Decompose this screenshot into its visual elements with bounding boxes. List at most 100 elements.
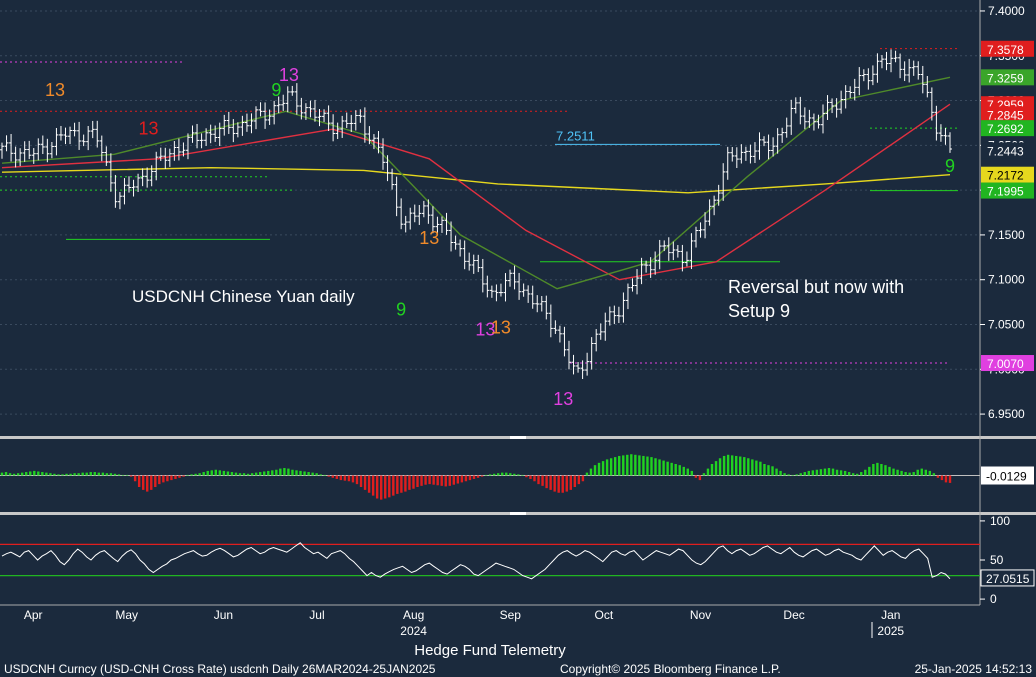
histogram-bar xyxy=(53,473,56,476)
x-axis-month-label: May xyxy=(115,608,138,622)
histogram-bar xyxy=(831,468,835,476)
histogram-bar xyxy=(456,475,460,484)
histogram-bar xyxy=(190,474,193,476)
histogram-bar xyxy=(618,455,621,476)
histogram-bar xyxy=(347,475,351,482)
histogram-bar xyxy=(811,470,815,476)
histogram-bar xyxy=(928,470,932,476)
histogram-bar xyxy=(638,455,641,476)
histogram-bar xyxy=(589,468,593,476)
x-axis-month-label: Aug xyxy=(403,608,424,622)
footer-center: Copyright© 2025 Bloomberg Finance L.P. xyxy=(560,662,781,676)
price-tag-label: 7.1995 xyxy=(987,185,1024,199)
histogram-bar xyxy=(888,466,891,476)
histogram-bar xyxy=(246,473,250,476)
price-tag-label: 7.2172 xyxy=(987,169,1024,183)
price-tag: 7.0070 xyxy=(981,355,1034,372)
histogram-bar xyxy=(658,459,661,476)
histogram-bar xyxy=(307,472,310,476)
histogram-bar xyxy=(912,472,915,476)
histogram-bar xyxy=(125,474,129,476)
histogram-bar xyxy=(549,475,552,490)
histogram-bar xyxy=(275,469,278,476)
histogram-bar xyxy=(525,475,528,478)
histogram-bar xyxy=(267,470,270,476)
rsi-axis-label: 50 xyxy=(990,553,1004,567)
histogram-bar xyxy=(868,466,871,476)
histogram-bar xyxy=(37,471,40,476)
histogram-bar xyxy=(561,475,564,493)
histogram-bar xyxy=(81,472,84,476)
histogram-bar xyxy=(109,473,113,476)
histogram-bar xyxy=(565,475,568,492)
rsi-value: 27.0515 xyxy=(986,572,1030,586)
histogram-bar xyxy=(388,475,391,498)
histogram-bar xyxy=(476,475,480,478)
histogram-bar xyxy=(916,469,919,476)
histogram-bar xyxy=(908,472,911,476)
histogram-bar xyxy=(121,474,125,476)
histogram-bar xyxy=(678,465,681,476)
histogram-bar xyxy=(351,475,355,483)
histogram-bar xyxy=(174,475,177,479)
histogram-bar xyxy=(226,471,230,476)
histogram-bar xyxy=(553,475,556,492)
histogram-bar xyxy=(12,473,16,476)
histogram-bar xyxy=(61,474,64,476)
histogram-bar xyxy=(492,473,496,476)
histogram-bar xyxy=(815,469,819,476)
histogram-bar xyxy=(16,473,20,476)
histogram-bar xyxy=(480,475,484,477)
histogram-bar xyxy=(222,470,226,476)
histogram-bar xyxy=(496,473,500,476)
histogram-bar xyxy=(250,473,254,476)
histogram-bar xyxy=(803,472,806,476)
histogram-bar xyxy=(690,470,694,476)
histogram-bar xyxy=(920,468,923,476)
histogram-bar xyxy=(424,475,427,485)
histogram-bar xyxy=(585,472,589,476)
histogram-bar xyxy=(101,472,105,476)
histogram-bar xyxy=(827,468,831,476)
histogram-bar xyxy=(726,454,730,476)
histogram-bar xyxy=(509,473,512,476)
histogram-bar xyxy=(573,475,577,487)
histogram-bar xyxy=(533,475,536,482)
histogram-bar xyxy=(295,470,298,476)
histogram-bar xyxy=(771,466,774,476)
histogram-bar xyxy=(154,475,157,487)
histogram-bar xyxy=(89,472,92,476)
histogram-bar xyxy=(593,465,597,476)
histogram-bar xyxy=(242,473,246,476)
histogram-bar xyxy=(234,472,238,476)
price-tag-label: 7.2692 xyxy=(987,122,1024,136)
histogram-bar xyxy=(702,473,706,476)
histogram-bar xyxy=(41,472,44,476)
price-axis-label: 7.1000 xyxy=(988,273,1025,287)
histogram-bar xyxy=(73,473,76,476)
histogram-bar xyxy=(944,475,948,483)
histogram-bar xyxy=(162,475,165,483)
histogram-bar xyxy=(49,473,52,476)
histogram-bar xyxy=(452,475,456,485)
histogram-bar xyxy=(569,475,572,490)
histogram-bar xyxy=(856,473,859,476)
histogram-bar xyxy=(85,472,88,476)
histogram-bar xyxy=(291,469,294,476)
histogram-bar xyxy=(734,455,738,476)
histogram-bar xyxy=(170,475,173,481)
histogram-bar xyxy=(513,473,516,476)
price-tag-label: 7.2443 xyxy=(987,144,1024,158)
histogram-bar xyxy=(202,472,205,476)
histogram-bar xyxy=(521,474,524,476)
price-tag: 7.2845 xyxy=(981,106,1034,123)
histogram-bar xyxy=(158,475,161,485)
histogram-bar xyxy=(630,454,633,476)
histogram-bar xyxy=(460,475,464,483)
histogram-bar xyxy=(69,473,72,476)
histogram-bar xyxy=(97,472,101,476)
histogram-bar xyxy=(847,472,851,476)
histogram-bar xyxy=(20,472,24,476)
histogram-bar xyxy=(141,475,145,490)
histogram-bar xyxy=(303,471,306,476)
